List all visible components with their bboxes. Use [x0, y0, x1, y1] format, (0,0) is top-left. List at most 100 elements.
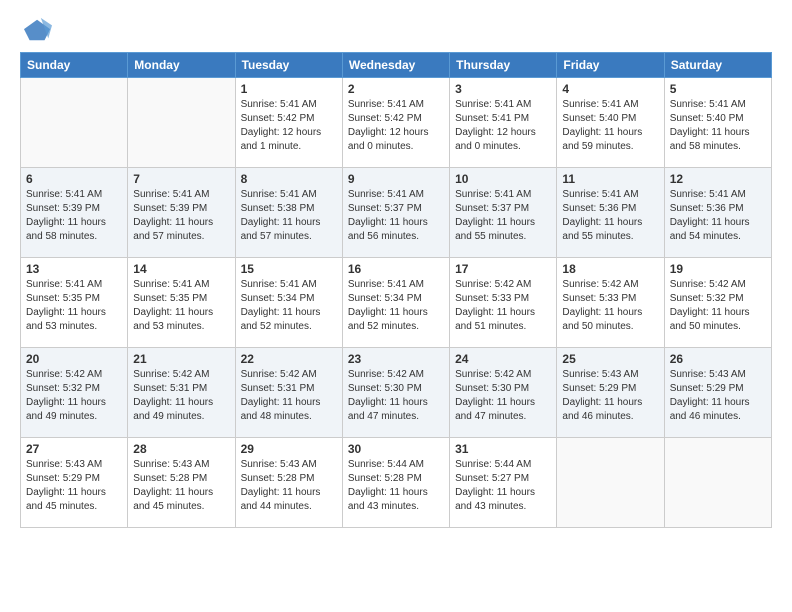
day-info: Sunrise: 5:41 AM Sunset: 5:41 PM Dayligh… — [455, 98, 551, 154]
day-info: Sunrise: 5:41 AM Sunset: 5:34 PM Dayligh… — [348, 278, 444, 334]
day-number: 4 — [562, 82, 658, 96]
calendar-cell: 9 Sunrise: 5:41 AM Sunset: 5:37 PM Daylig… — [342, 168, 449, 258]
calendar-cell — [557, 438, 664, 528]
calendar-cell — [21, 78, 128, 168]
calendar-cell: 11 Sunrise: 5:41 AM Sunset: 5:36 PM Dayli… — [557, 168, 664, 258]
day-number: 14 — [133, 262, 229, 276]
calendar-cell: 8 Sunrise: 5:41 AM Sunset: 5:38 PM Daylig… — [235, 168, 342, 258]
day-number: 26 — [670, 352, 766, 366]
calendar-cell: 19 Sunrise: 5:42 AM Sunset: 5:32 PM Dayli… — [664, 258, 771, 348]
day-info: Sunrise: 5:42 AM Sunset: 5:32 PM Dayligh… — [670, 278, 766, 334]
day-header-monday: Monday — [128, 53, 235, 78]
day-info: Sunrise: 5:44 AM Sunset: 5:28 PM Dayligh… — [348, 458, 444, 514]
day-number: 11 — [562, 172, 658, 186]
calendar-week-3: 13Sunrise: 5:41 AM Sunset: 5:35 PM Dayli… — [21, 258, 772, 348]
day-number: 23 — [348, 352, 444, 366]
day-info: Sunrise: 5:42 AM Sunset: 5:30 PM Dayligh… — [348, 368, 444, 424]
day-info: Sunrise: 5:42 AM Sunset: 5:31 PM Dayligh… — [241, 368, 337, 424]
day-number: 28 — [133, 442, 229, 456]
calendar-cell: 25Sunrise: 5:43 AM Sunset: 5:29 PM Dayli… — [557, 348, 664, 438]
day-info: Sunrise: 5:41 AM Sunset: 5:40 PM Dayligh… — [670, 98, 766, 154]
day-info: Sunrise: 5:41 AM Sunset: 5:42 PM Dayligh… — [348, 98, 444, 154]
calendar-cell: 21 Sunrise: 5:42 AM Sunset: 5:31 PM Dayli… — [128, 348, 235, 438]
day-info: Sunrise: 5:42 AM Sunset: 5:31 PM Dayligh… — [133, 368, 229, 424]
calendar-cell: 3 Sunrise: 5:41 AM Sunset: 5:41 PM Daylig… — [450, 78, 557, 168]
calendar-cell: 17Sunrise: 5:42 AM Sunset: 5:33 PM Dayli… — [450, 258, 557, 348]
day-number: 3 — [455, 82, 551, 96]
day-info: Sunrise: 5:42 AM Sunset: 5:30 PM Dayligh… — [455, 368, 551, 424]
logo-icon — [24, 16, 52, 44]
day-info: Sunrise: 5:43 AM Sunset: 5:28 PM Dayligh… — [241, 458, 337, 514]
day-info: Sunrise: 5:41 AM Sunset: 5:37 PM Dayligh… — [348, 188, 444, 244]
calendar-week-5: 27 Sunrise: 5:43 AM Sunset: 5:29 PM Dayli… — [21, 438, 772, 528]
day-info: Sunrise: 5:44 AM Sunset: 5:27 PM Dayligh… — [455, 458, 551, 514]
day-number: 30 — [348, 442, 444, 456]
day-number: 25 — [562, 352, 658, 366]
day-info: Sunrise: 5:41 AM Sunset: 5:37 PM Dayligh… — [455, 188, 551, 244]
calendar-cell: 2 Sunrise: 5:41 AM Sunset: 5:42 PM Daylig… — [342, 78, 449, 168]
day-number: 1 — [241, 82, 337, 96]
calendar-cell: 27 Sunrise: 5:43 AM Sunset: 5:29 PM Dayli… — [21, 438, 128, 528]
day-number: 18 — [562, 262, 658, 276]
day-number: 16 — [348, 262, 444, 276]
day-info: Sunrise: 5:41 AM Sunset: 5:36 PM Dayligh… — [670, 188, 766, 244]
day-info: Sunrise: 5:41 AM Sunset: 5:36 PM Dayligh… — [562, 188, 658, 244]
calendar-cell: 13Sunrise: 5:41 AM Sunset: 5:35 PM Dayli… — [21, 258, 128, 348]
day-header-tuesday: Tuesday — [235, 53, 342, 78]
calendar-cell — [664, 438, 771, 528]
day-number: 24 — [455, 352, 551, 366]
day-info: Sunrise: 5:41 AM Sunset: 5:42 PM Dayligh… — [241, 98, 337, 154]
day-number: 31 — [455, 442, 551, 456]
calendar-table: SundayMondayTuesdayWednesdayThursdayFrid… — [20, 52, 772, 528]
calendar-cell: 24 Sunrise: 5:42 AM Sunset: 5:30 PM Dayli… — [450, 348, 557, 438]
calendar-cell: 16 Sunrise: 5:41 AM Sunset: 5:34 PM Dayli… — [342, 258, 449, 348]
calendar-cell: 26 Sunrise: 5:43 AM Sunset: 5:29 PM Dayli… — [664, 348, 771, 438]
logo — [20, 16, 52, 44]
calendar-cell: 5 Sunrise: 5:41 AM Sunset: 5:40 PM Daylig… — [664, 78, 771, 168]
calendar-week-4: 20Sunrise: 5:42 AM Sunset: 5:32 PM Dayli… — [21, 348, 772, 438]
calendar-cell: 14 Sunrise: 5:41 AM Sunset: 5:35 PM Dayli… — [128, 258, 235, 348]
day-info: Sunrise: 5:41 AM Sunset: 5:34 PM Dayligh… — [241, 278, 337, 334]
day-info: Sunrise: 5:43 AM Sunset: 5:29 PM Dayligh… — [670, 368, 766, 424]
calendar-cell: 31 Sunrise: 5:44 AM Sunset: 5:27 PM Dayli… — [450, 438, 557, 528]
day-number: 8 — [241, 172, 337, 186]
day-info: Sunrise: 5:41 AM Sunset: 5:40 PM Dayligh… — [562, 98, 658, 154]
calendar-cell: 7 Sunrise: 5:41 AM Sunset: 5:39 PM Daylig… — [128, 168, 235, 258]
day-header-thursday: Thursday — [450, 53, 557, 78]
calendar-cell: 30 Sunrise: 5:44 AM Sunset: 5:28 PM Dayli… — [342, 438, 449, 528]
day-info: Sunrise: 5:41 AM Sunset: 5:35 PM Dayligh… — [26, 278, 122, 334]
calendar-cell: 22Sunrise: 5:42 AM Sunset: 5:31 PM Dayli… — [235, 348, 342, 438]
day-number: 6 — [26, 172, 122, 186]
day-info: Sunrise: 5:41 AM Sunset: 5:39 PM Dayligh… — [133, 188, 229, 244]
calendar-cell: 12 Sunrise: 5:41 AM Sunset: 5:36 PM Dayli… — [664, 168, 771, 258]
calendar-cell: 15 Sunrise: 5:41 AM Sunset: 5:34 PM Dayli… — [235, 258, 342, 348]
day-number: 21 — [133, 352, 229, 366]
calendar-header-row: SundayMondayTuesdayWednesdayThursdayFrid… — [21, 53, 772, 78]
calendar-week-1: 1 Sunrise: 5:41 AM Sunset: 5:42 PM Daylig… — [21, 78, 772, 168]
day-number: 17 — [455, 262, 551, 276]
calendar-week-2: 6 Sunrise: 5:41 AM Sunset: 5:39 PM Daylig… — [21, 168, 772, 258]
day-number: 19 — [670, 262, 766, 276]
header — [20, 16, 772, 44]
calendar-cell: 1 Sunrise: 5:41 AM Sunset: 5:42 PM Daylig… — [235, 78, 342, 168]
day-number: 10 — [455, 172, 551, 186]
calendar-cell: 28 Sunrise: 5:43 AM Sunset: 5:28 PM Dayli… — [128, 438, 235, 528]
day-number: 20 — [26, 352, 122, 366]
calendar-cell: 20Sunrise: 5:42 AM Sunset: 5:32 PM Dayli… — [21, 348, 128, 438]
day-info: Sunrise: 5:43 AM Sunset: 5:29 PM Dayligh… — [26, 458, 122, 514]
day-number: 27 — [26, 442, 122, 456]
calendar-cell: 4 Sunrise: 5:41 AM Sunset: 5:40 PM Daylig… — [557, 78, 664, 168]
day-info: Sunrise: 5:41 AM Sunset: 5:38 PM Dayligh… — [241, 188, 337, 244]
day-number: 7 — [133, 172, 229, 186]
calendar-cell: 10 Sunrise: 5:41 AM Sunset: 5:37 PM Dayli… — [450, 168, 557, 258]
calendar-cell: 18Sunrise: 5:42 AM Sunset: 5:33 PM Dayli… — [557, 258, 664, 348]
day-info: Sunrise: 5:43 AM Sunset: 5:28 PM Dayligh… — [133, 458, 229, 514]
day-number: 15 — [241, 262, 337, 276]
day-number: 5 — [670, 82, 766, 96]
day-header-friday: Friday — [557, 53, 664, 78]
day-number: 9 — [348, 172, 444, 186]
calendar-body: 1 Sunrise: 5:41 AM Sunset: 5:42 PM Daylig… — [21, 78, 772, 528]
day-number: 12 — [670, 172, 766, 186]
day-info: Sunrise: 5:41 AM Sunset: 5:35 PM Dayligh… — [133, 278, 229, 334]
day-number: 2 — [348, 82, 444, 96]
